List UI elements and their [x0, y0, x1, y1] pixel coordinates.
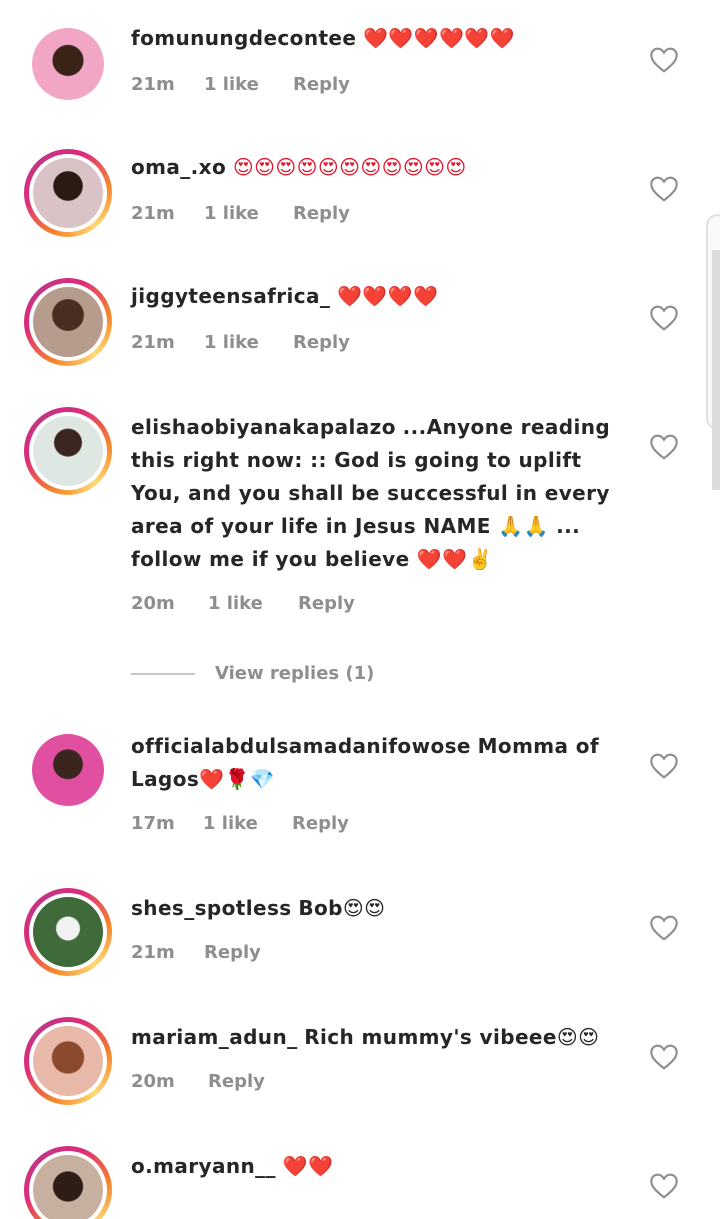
heart-outline-icon[interactable]	[648, 302, 680, 334]
comment-likes[interactable]: 1 like	[204, 200, 259, 228]
comment-text: fomunungdecontee ❤️❤️❤️❤️❤️❤️	[131, 22, 626, 55]
heart-outline-icon[interactable]	[648, 750, 680, 782]
view-replies-label[interactable]: View replies (1)	[215, 660, 374, 688]
comment-username[interactable]: o.maryann__	[131, 1154, 276, 1178]
avatar[interactable]	[24, 1017, 112, 1105]
reply-button[interactable]: Reply	[293, 71, 350, 99]
comment-body: Bob😍😍	[298, 896, 386, 920]
comment-text: jiggyteensafrica_ ❤️❤️❤️❤️	[131, 280, 626, 313]
comment-time: 21m	[131, 332, 175, 353]
avatar[interactable]	[24, 1146, 112, 1219]
comment-username[interactable]: elishaobiyanakapalazo	[131, 415, 396, 439]
comment-username[interactable]: fomunungdecontee	[131, 26, 356, 50]
comment-likes[interactable]: 1 like	[203, 810, 258, 838]
comment-username[interactable]: jiggyteensafrica_	[131, 284, 330, 308]
comment-time: 17m	[131, 813, 175, 834]
comment-text: o.maryann__ ❤️❤️	[131, 1150, 626, 1183]
heart-outline-icon[interactable]	[648, 912, 680, 944]
avatar[interactable]	[24, 888, 112, 976]
heart-outline-icon[interactable]	[648, 1041, 680, 1073]
avatar[interactable]	[24, 407, 112, 495]
comment-emojis: ❤️❤️❤️❤️❤️❤️	[363, 26, 515, 50]
reply-button[interactable]: Reply	[204, 939, 261, 967]
comment-text: mariam_adun_ Rich mummy's vibeee😍😍	[131, 1021, 626, 1054]
comment-time: 21m	[131, 203, 175, 224]
comment-username[interactable]: mariam_adun_	[131, 1025, 297, 1049]
comment-text: officialabdulsamadanifowose Momma of Lag…	[131, 730, 626, 796]
comment-likes[interactable]: 1 like	[204, 71, 259, 99]
comment-username[interactable]: shes_spotless	[131, 896, 292, 920]
comment-time: 20m	[131, 593, 175, 614]
comment-time: 20m	[131, 1071, 175, 1092]
reply-button[interactable]: Reply	[208, 1068, 265, 1096]
comment-time: 21m	[131, 942, 175, 963]
reply-button[interactable]: Reply	[298, 590, 355, 618]
avatar[interactable]	[24, 20, 112, 108]
heart-outline-icon[interactable]	[648, 1170, 680, 1202]
comment-emojis: 😍😍😍😍😍😍😍😍😍😍😍	[232, 155, 467, 179]
heart-outline-icon[interactable]	[648, 431, 680, 463]
comment-body: Rich mummy's vibeee😍😍	[304, 1025, 600, 1049]
heart-outline-icon[interactable]	[648, 44, 680, 76]
comment-text: shes_spotless Bob😍😍	[131, 892, 626, 925]
comment-text: oma_.xo 😍😍😍😍😍😍😍😍😍😍😍	[131, 151, 626, 184]
reply-button[interactable]: Reply	[292, 810, 349, 838]
comment-time: 21m	[131, 74, 175, 95]
reply-button[interactable]: Reply	[293, 200, 350, 228]
avatar[interactable]	[24, 149, 112, 237]
comment-likes[interactable]: 1 like	[204, 329, 259, 357]
comment-username[interactable]: oma_.xo	[131, 155, 226, 179]
comment-username[interactable]: officialabdulsamadanifowose	[131, 734, 471, 758]
reply-button[interactable]: Reply	[293, 329, 350, 357]
comment-likes[interactable]: 1 like	[208, 590, 263, 618]
view-replies-divider	[131, 673, 195, 675]
avatar[interactable]	[24, 726, 112, 814]
comment-text: elishaobiyanakapalazo ...Anyone reading …	[131, 411, 626, 576]
comment-emojis: ❤️❤️❤️❤️	[337, 284, 439, 308]
scrollbar[interactable]	[712, 250, 720, 490]
heart-outline-icon[interactable]	[648, 173, 680, 205]
comment-emojis: ❤️❤️	[282, 1154, 334, 1178]
avatar[interactable]	[24, 278, 112, 366]
